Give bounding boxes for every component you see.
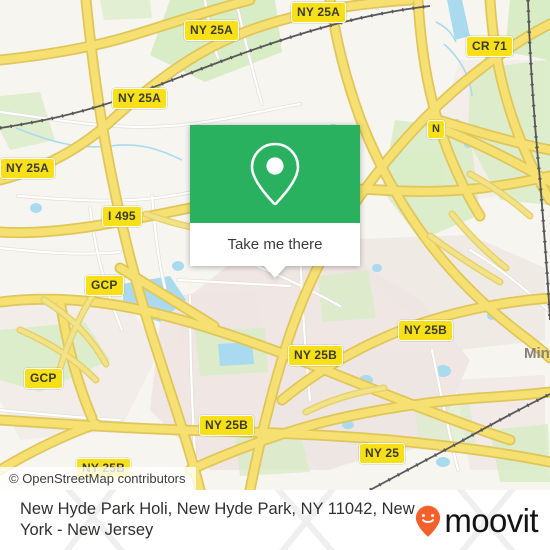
route-shield: NY 25B bbox=[398, 320, 454, 341]
route-shield: GCP bbox=[85, 275, 124, 296]
route-shield: NY 25A bbox=[184, 20, 240, 41]
place-caption: New Hyde Park Holi, New Hyde Park, NY 11… bbox=[20, 500, 415, 539]
map-attribution: © OpenStreetMap contributors bbox=[0, 467, 196, 490]
take-me-there-button[interactable]: Take me there bbox=[190, 223, 360, 266]
route-shield: GCP bbox=[24, 368, 63, 389]
route-shield: NY 25B bbox=[288, 345, 344, 366]
map-canvas[interactable]: .rd { fill:none; stroke:#f2e288; stroke-… bbox=[0, 0, 550, 490]
route-shield: CR 71 bbox=[466, 36, 514, 57]
location-popup-card[interactable]: Take me there bbox=[190, 125, 360, 278]
popup-tail-pointer bbox=[264, 266, 286, 278]
route-shield: NY 25A bbox=[291, 2, 347, 23]
popup-header bbox=[190, 125, 360, 223]
route-shield: NY 25A bbox=[0, 158, 56, 179]
moovit-wordmark: moovit bbox=[444, 502, 538, 539]
route-shield: NY 25B bbox=[199, 415, 255, 436]
bottom-caption-bar: New Hyde Park Holi, New Hyde Park, NY 11… bbox=[0, 490, 550, 550]
attribution-text: © OpenStreetMap contributors bbox=[9, 471, 186, 486]
route-shield: NY 25 bbox=[359, 443, 406, 464]
location-pin-icon bbox=[250, 142, 300, 206]
place-name-label: Min bbox=[524, 345, 550, 362]
moovit-map-screenshot: .rd { fill:none; stroke:#f2e288; stroke-… bbox=[0, 0, 550, 550]
moovit-smiley-pin-icon bbox=[416, 505, 441, 536]
route-shield: I 495 bbox=[102, 206, 142, 227]
route-shield: N bbox=[427, 120, 446, 139]
take-me-there-label: Take me there bbox=[227, 236, 323, 253]
moovit-brand: moovit bbox=[415, 502, 539, 539]
route-shield: NY 25A bbox=[112, 88, 168, 109]
